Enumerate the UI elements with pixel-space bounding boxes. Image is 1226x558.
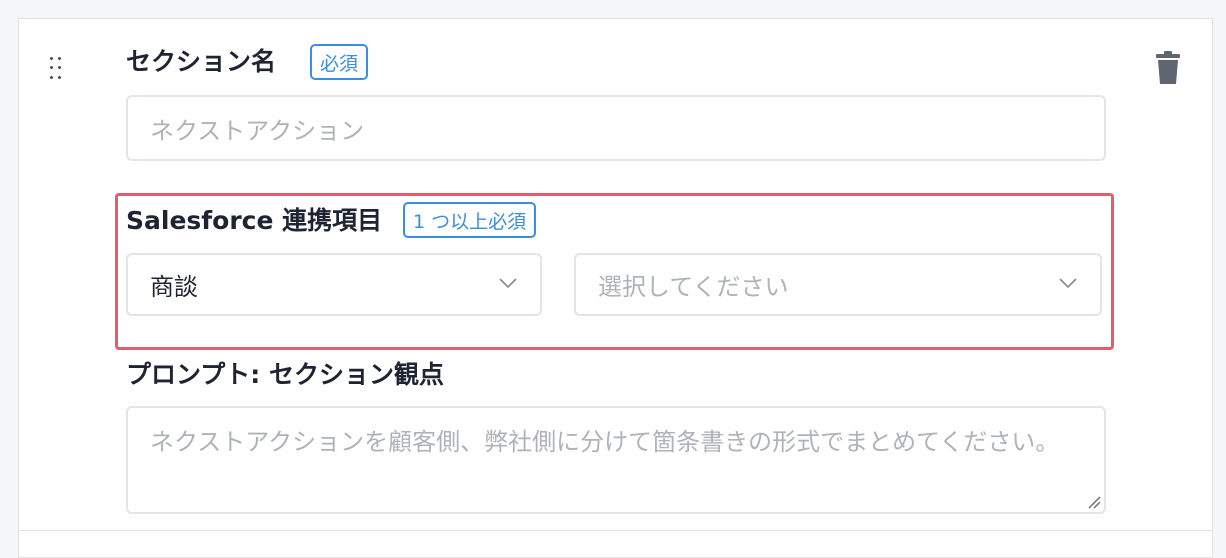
chevron-down-icon xyxy=(499,278,517,289)
card-divider xyxy=(19,530,1212,531)
salesforce-field-placeholder: 選択してください xyxy=(598,273,789,301)
section-name-input[interactable]: ネクストアクション xyxy=(126,95,1106,161)
section-name-placeholder: ネクストアクション xyxy=(150,116,365,145)
salesforce-field-select[interactable]: 選択してください xyxy=(574,253,1102,316)
prompt-label: プロンプト: セクション観点 xyxy=(126,360,444,389)
resize-grip-icon[interactable] xyxy=(1085,493,1101,509)
at-least-one-required-badge: 1 つ以上必須 xyxy=(403,202,537,238)
chevron-down-icon xyxy=(1059,278,1077,289)
required-badge: 必須 xyxy=(310,44,369,80)
prompt-placeholder: ネクストアクションを顧客側、弊社側に分けて箇条書きの形式でまとめてください。 xyxy=(150,428,1060,456)
prompt-textarea[interactable]: ネクストアクションを顧客側、弊社側に分けて箇条書きの形式でまとめてください。 xyxy=(126,406,1106,514)
salesforce-object-value: 商談 xyxy=(150,273,198,301)
drag-handle-icon[interactable] xyxy=(50,57,62,81)
salesforce-fields-label: Salesforce 連携項目 xyxy=(126,206,383,235)
salesforce-object-select[interactable]: 商談 xyxy=(126,253,542,316)
section-name-label: セクション名 xyxy=(126,47,277,76)
trash-icon[interactable] xyxy=(1153,50,1183,86)
